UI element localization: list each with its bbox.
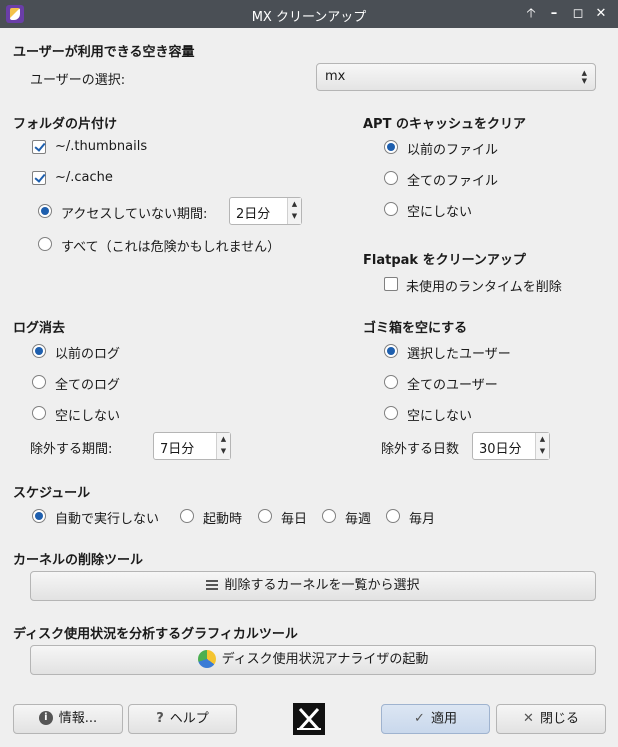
close-window-button[interactable]: ✕ (593, 6, 609, 22)
info-icon: i (38, 710, 53, 725)
trash-option-radio[interactable] (384, 375, 398, 389)
help-button[interactable]: ? ヘルプ (128, 704, 237, 734)
spin-arrows-icon[interactable]: ▲ ▼ (535, 433, 549, 459)
schedule-option-label: 毎週 (345, 512, 372, 527)
unaccessed-radio[interactable] (38, 204, 52, 218)
close-icon: ✕ (523, 711, 534, 726)
thumbnails-label: ~/.thumbnails (55, 139, 148, 154)
logs-option-label: 全てのログ (55, 378, 121, 393)
trash-exclude-label: 除外する日数 (381, 442, 460, 457)
all-folders-label: すべて（これは危険かもしれません） (61, 240, 281, 255)
schedule-option-radio[interactable] (386, 509, 400, 523)
about-label: 情報... (58, 711, 98, 726)
kernel-title: カーネルの削除ツール (13, 553, 144, 568)
logs-option-label: 以前のログ (55, 347, 121, 362)
flatpak-remove-label: 未使用のランタイムを削除 (406, 280, 562, 295)
combo-arrows-icon: ▲ ▼ (581, 69, 587, 85)
apply-label: 適用 (430, 711, 457, 727)
logs-option-radio[interactable] (32, 406, 46, 420)
apt-option-label: 全てのファイル (407, 174, 499, 189)
apply-button[interactable]: ✓ 適用 (381, 704, 490, 734)
schedule-option-label: 毎月 (409, 512, 436, 527)
about-button[interactable]: i 情報... (13, 704, 123, 734)
minimize-button[interactable]: – (546, 6, 562, 22)
flatpak-title: Flatpak をクリーンアップ (363, 253, 526, 268)
flatpak-remove-checkbox[interactable] (384, 277, 398, 291)
close-label: 閉じる (539, 711, 579, 727)
apt-title: APT のキャッシュをクリア (363, 117, 526, 132)
question-icon: ? (156, 711, 164, 726)
all-folders-radio[interactable] (38, 237, 52, 251)
help-label: ヘルプ (169, 711, 209, 727)
logs-option-radio[interactable] (32, 344, 46, 358)
trash-option-label: 空にしない (407, 409, 473, 424)
cache-label: ~/.cache (55, 170, 113, 185)
spin-arrows-icon[interactable]: ▲ ▼ (216, 433, 230, 459)
kernel-select-label: 削除するカーネルを一覧から選択 (224, 578, 420, 593)
mx-logo (293, 703, 325, 735)
apt-option-label: 空にしない (407, 205, 473, 220)
keep-above-icon[interactable]: 🡡 (523, 6, 539, 22)
disk-analyzer-label: ディスク使用状況アナライザの起動 (221, 652, 429, 667)
user-space-title: ユーザーが利用できる空き容量 (13, 45, 195, 60)
cache-checkbox[interactable] (32, 171, 46, 185)
user-select-combo[interactable]: mx ▲ ▼ (316, 63, 596, 91)
trash-option-label: 全てのユーザー (407, 378, 498, 393)
logs-option-radio[interactable] (32, 375, 46, 389)
disk-analyzer-button[interactable]: ディスク使用状況アナライザの起動 (30, 645, 596, 675)
apt-option-radio[interactable] (384, 202, 398, 216)
menu-icon (206, 579, 219, 590)
user-select-value: mx (325, 69, 346, 84)
schedule-option-radio[interactable] (180, 509, 194, 523)
disk-title: ディスク使用状況を分析するグラフィカルツール (13, 627, 298, 642)
checkmark-icon: ✓ (414, 711, 425, 726)
schedule-option-radio[interactable] (32, 509, 46, 523)
unaccessed-spinbox[interactable]: 2日分 ▲ ▼ (229, 197, 302, 225)
logs-title: ログ消去 (13, 321, 66, 336)
schedule-option-label: 自動で実行しない (55, 512, 160, 527)
logs-exclude-value: 7日分 (160, 442, 195, 457)
title-bar: MX クリーンアップ 🡡 – ◻ ✕ (0, 0, 618, 28)
schedule-title: スケジュール (13, 486, 91, 501)
maximize-button[interactable]: ◻ (570, 6, 586, 22)
apt-option-label: 以前のファイル (407, 143, 499, 158)
unaccessed-label: アクセスしていない期間: (61, 207, 208, 222)
schedule-option-label: 起動時 (203, 512, 243, 527)
trash-option-radio[interactable] (384, 344, 398, 358)
schedule-option-radio[interactable] (258, 509, 272, 523)
logs-exclude-spinbox[interactable]: 7日分 ▲ ▼ (153, 432, 231, 460)
trash-option-label: 選択したユーザー (407, 347, 511, 362)
spin-arrows-icon[interactable]: ▲ ▼ (287, 198, 301, 224)
logs-option-label: 空にしない (55, 409, 121, 424)
trash-title: ゴミ箱を空にする (363, 321, 468, 336)
trash-option-radio[interactable] (384, 406, 398, 420)
unaccessed-value: 2日分 (236, 207, 271, 222)
close-button[interactable]: ✕ 閉じる (496, 704, 606, 734)
logs-exclude-label: 除外する期間: (30, 442, 113, 457)
schedule-option-label: 毎日 (281, 512, 308, 527)
apt-option-radio[interactable] (384, 171, 398, 185)
kernel-select-button[interactable]: 削除するカーネルを一覧から選択 (30, 571, 596, 601)
thumbnails-checkbox[interactable] (32, 140, 46, 154)
schedule-option-radio[interactable] (322, 509, 336, 523)
disk-usage-pie-icon (197, 649, 216, 668)
folders-title: フォルダの片付け (13, 117, 118, 132)
trash-exclude-value: 30日分 (479, 442, 522, 457)
user-select-label: ユーザーの選択: (30, 73, 126, 88)
trash-exclude-spinbox[interactable]: 30日分 ▲ ▼ (472, 432, 550, 460)
apt-option-radio[interactable] (384, 140, 398, 154)
